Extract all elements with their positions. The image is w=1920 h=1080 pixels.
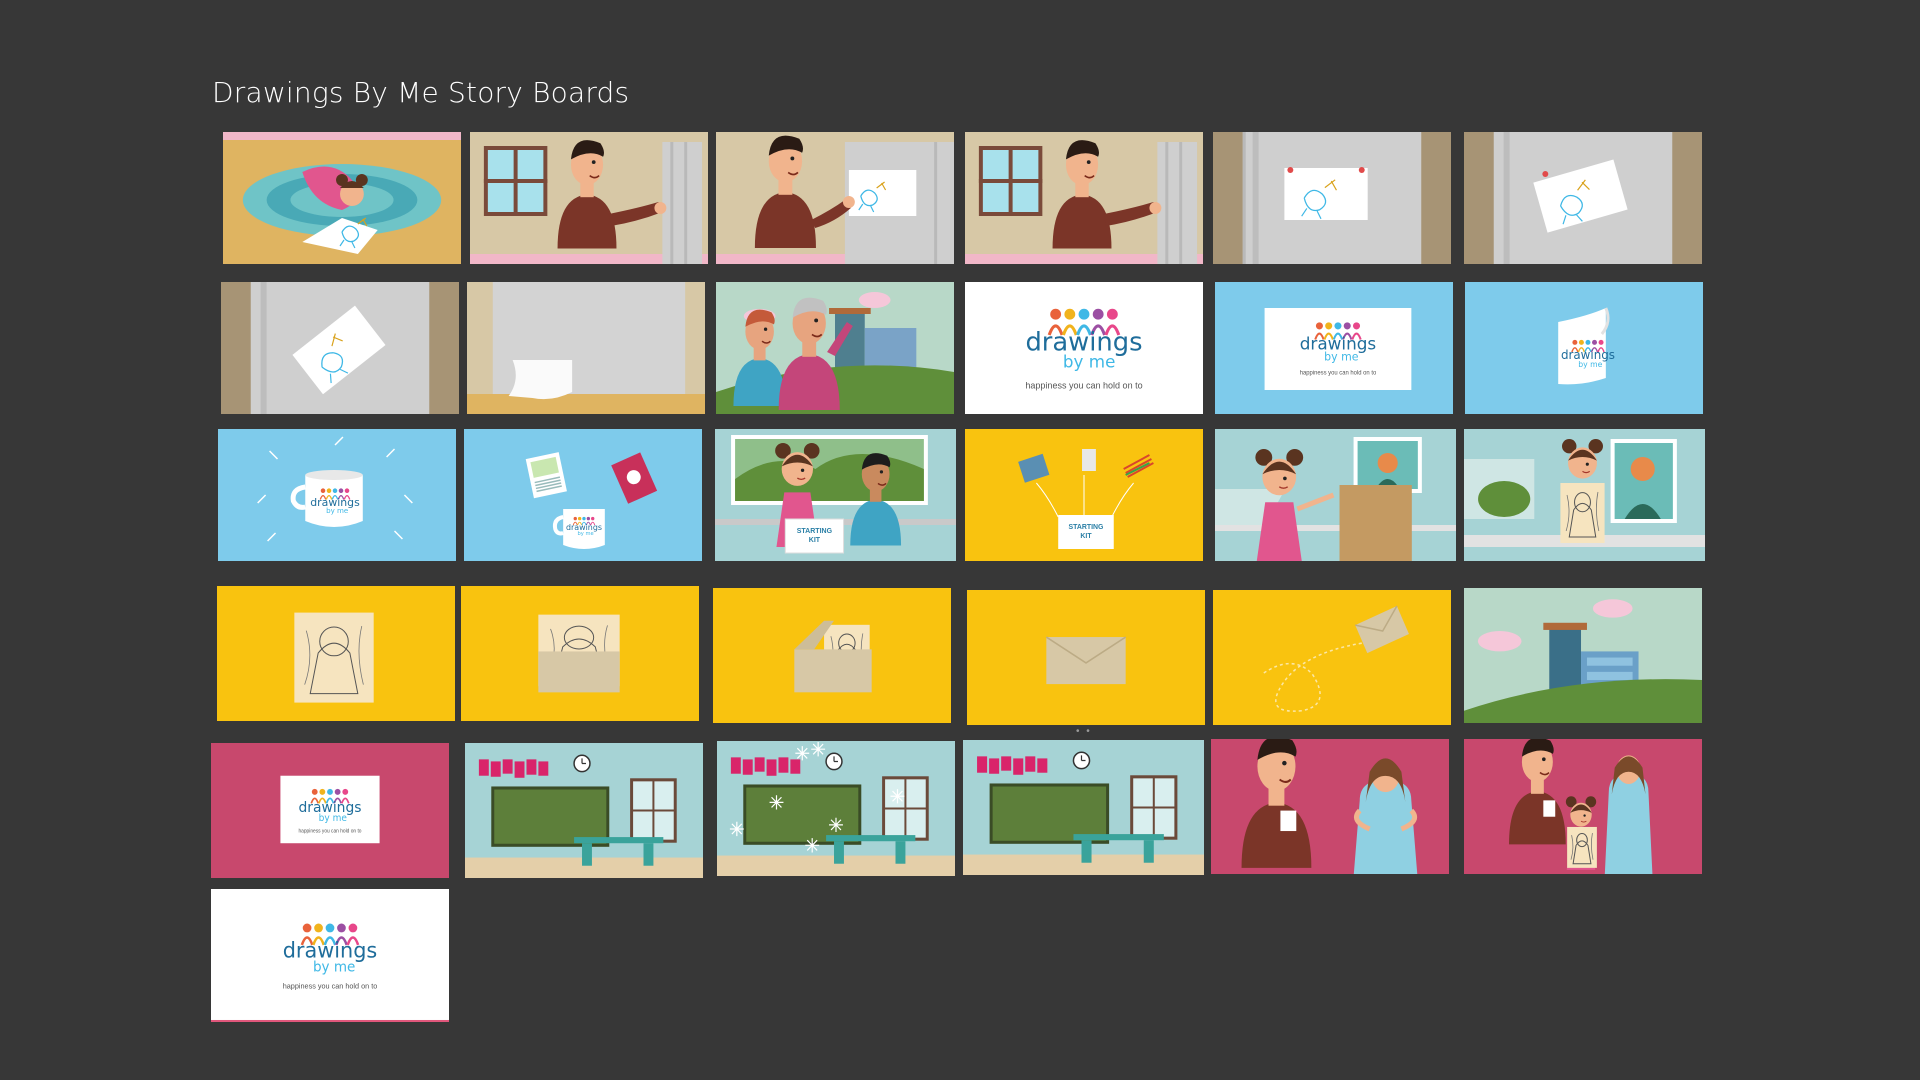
storyboard-frame-11[interactable]: drawings by me happiness you can hold on… (1215, 282, 1453, 414)
logo-card-on-blue-illustration: drawings by me happiness you can hold on… (1215, 282, 1453, 414)
storyboard-frame-21[interactable] (713, 588, 951, 723)
dad-at-fridge-illustration (470, 132, 708, 264)
svg-text:happiness you can hold on to: happiness you can hold on to (1025, 380, 1142, 390)
storyboard-frame-25[interactable]: drawings by me happiness you can hold on… (211, 743, 449, 878)
svg-text:STARTING: STARTING (797, 528, 833, 535)
curling-card-on-blue-illustration: drawings by me (1465, 282, 1703, 414)
drawing-on-yellow-illustration (217, 586, 455, 721)
storyboard-frame-30[interactable] (1464, 739, 1702, 874)
storyboard-frame-16[interactable]: STARTING KIT (965, 429, 1203, 561)
starting-kit-on-yellow-illustration: STARTING KIT (965, 429, 1203, 561)
storyboard-frame-24[interactable] (1464, 588, 1702, 723)
svg-text:happiness you can hold on to: happiness you can hold on to (1300, 370, 1377, 376)
svg-text:happiness you can hold on to: happiness you can hold on to (298, 829, 361, 835)
envelope-sealed-illustration (967, 590, 1205, 725)
storyboard-frame-4[interactable] (965, 132, 1203, 264)
storyboard-frame-12[interactable]: drawings by me (1465, 282, 1703, 414)
storyboard-frame-14[interactable]: drawings by me (464, 429, 702, 561)
storyboard-frame-22[interactable] (967, 590, 1205, 725)
svg-text:KIT: KIT (809, 537, 821, 544)
drawing-into-envelope-illustration (461, 586, 699, 721)
page-title: Drawings By Me Story Boards (212, 76, 630, 109)
classroom-illustration (465, 743, 703, 878)
storyboard-frame-8[interactable] (467, 282, 705, 414)
svg-text:STARTING: STARTING (1069, 524, 1104, 531)
dad-places-drawing-on-fridge-illustration (716, 132, 954, 264)
storyboard-frame-2[interactable] (470, 132, 708, 264)
storyboard-frame-6[interactable] (1464, 132, 1702, 264)
envelope-closing-illustration (713, 588, 951, 723)
svg-text:by me: by me (578, 531, 594, 537)
svg-text:by me: by me (1324, 351, 1359, 364)
svg-text:by me: by me (313, 959, 355, 975)
classroom-illustration (963, 740, 1204, 875)
storyboard-frame-13[interactable]: drawings by me (218, 429, 456, 561)
logo-card-on-magenta-illustration: drawings by me happiness you can hold on… (211, 743, 449, 878)
girl-shows-drawing-illustration (1464, 429, 1705, 561)
storyboard-frame-29[interactable] (1211, 739, 1449, 874)
kids-with-starting-kit-illustration: STARTING KIT (715, 429, 956, 561)
logo-white-illustration: drawings by me happiness you can hold on… (965, 282, 1203, 414)
svg-text:by me: by me (319, 813, 348, 824)
storyboard-frame-7[interactable] (221, 282, 459, 414)
storyboard-frame-31[interactable]: drawings by me happiness you can hold on… (211, 889, 449, 1022)
drawing-falling-illustration (221, 282, 459, 414)
classroom-sparkles-illustration (717, 741, 955, 876)
storyboard-frame-18[interactable] (1464, 429, 1705, 561)
storyboard-frame-20[interactable] (461, 586, 699, 721)
storyboard-frame-28[interactable] (963, 740, 1204, 875)
building-exterior-illustration (1464, 588, 1702, 723)
svg-text:by me: by me (1578, 360, 1602, 369)
svg-text:by me: by me (1063, 351, 1115, 371)
svg-text:happiness you can hold on to: happiness you can hold on to (283, 981, 378, 990)
logo-white-end-illustration: drawings by me happiness you can hold on… (211, 889, 449, 1022)
scroll-indicator: • • (1076, 726, 1092, 737)
family-outside-building-illustration (716, 282, 954, 414)
dad-at-fridge-illustration (965, 132, 1203, 264)
mug-on-blue-illustration: drawings by me (218, 429, 456, 561)
storyboard-frame-1[interactable] (223, 132, 461, 264)
parents-with-products-illustration (1211, 739, 1449, 874)
storyboard-frame-26[interactable] (465, 743, 703, 878)
drawing-tilted-on-fridge-illustration (1464, 132, 1702, 264)
svg-text:by me: by me (326, 506, 348, 515)
storyboard-frame-5[interactable] (1213, 132, 1451, 264)
storyboard-frame-9[interactable] (716, 282, 954, 414)
envelope-flying-illustration (1213, 590, 1451, 725)
girl-drawing-on-rug-illustration (223, 132, 461, 264)
storyboard-frame-23[interactable] (1213, 590, 1451, 725)
drawing-on-fridge-illustration (1213, 132, 1451, 264)
products-on-blue-illustration: drawings by me (464, 429, 702, 561)
storyboard-frame-17[interactable] (1215, 429, 1456, 561)
svg-text:KIT: KIT (1080, 533, 1092, 540)
storyboard-frame-27[interactable] (717, 741, 955, 876)
storyboard-frame-15[interactable]: STARTING KIT (715, 429, 956, 561)
girl-drawing-at-desk-illustration (1215, 429, 1456, 561)
family-with-products-illustration (1464, 739, 1702, 874)
storyboard-frame-19[interactable] (217, 586, 455, 721)
storyboard-frame-10[interactable]: drawings by me happiness you can hold on… (965, 282, 1203, 414)
paper-fallen-illustration (467, 282, 705, 414)
storyboard-frame-3[interactable] (716, 132, 954, 264)
